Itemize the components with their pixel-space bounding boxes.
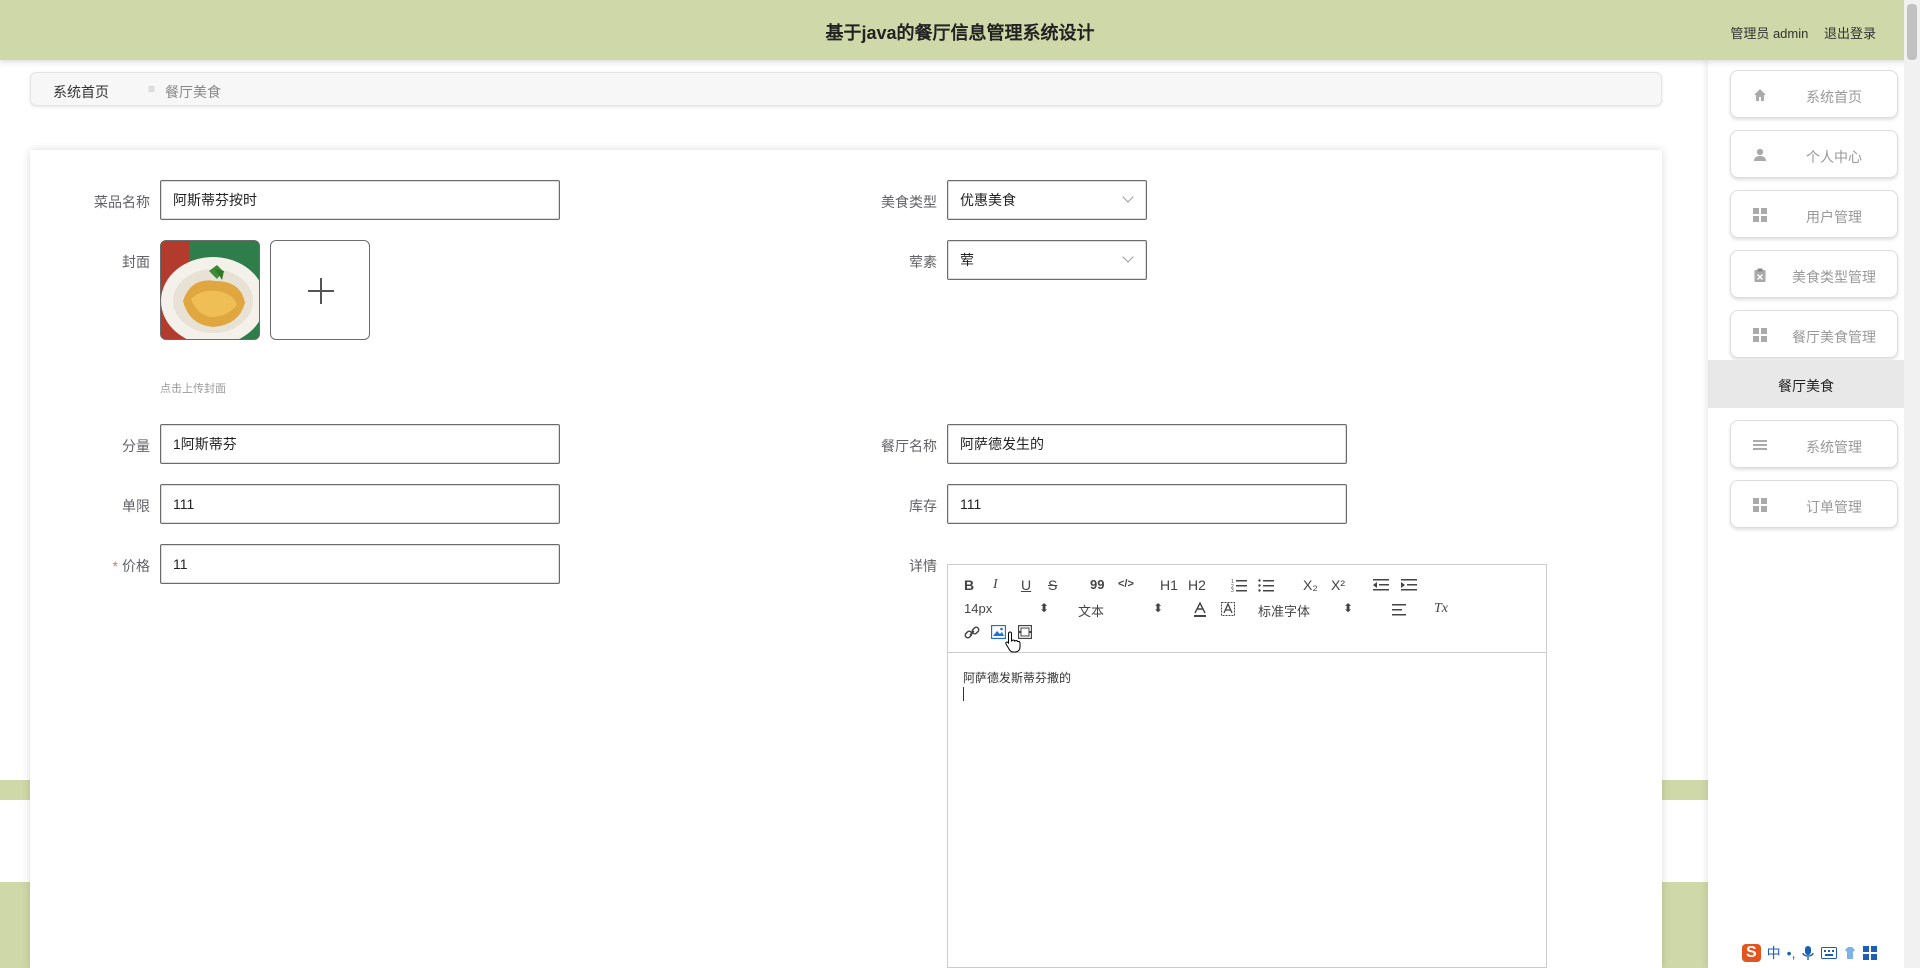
editor-toolbar: B I U S 99 </> H1 H2 123 X₂ X² 14px ⬍ 文本…: [948, 565, 1546, 653]
limit-label: 单限: [122, 498, 150, 514]
superscript-button[interactable]: X²: [1331, 577, 1345, 593]
stock-label: 库存: [909, 498, 937, 514]
portion-input[interactable]: 1阿斯蒂芬: [160, 424, 560, 464]
food-image: [161, 241, 259, 339]
sidebar-item-users[interactable]: 用户管理: [1730, 190, 1898, 238]
restaurant-input[interactable]: 阿萨德发生的: [947, 424, 1347, 464]
chevron-down-icon: [1122, 251, 1134, 263]
sidebar-item-orders[interactable]: 订单管理: [1730, 480, 1898, 528]
bold-button[interactable]: B: [964, 577, 974, 593]
dish-name-label: 菜品名称: [94, 194, 150, 210]
up-down-arrow-icon: ⬍: [1342, 601, 1353, 615]
sidebar-item-home[interactable]: 系统首页: [1730, 70, 1898, 118]
stock-input[interactable]: 111: [947, 484, 1347, 524]
font-family-select[interactable]: 标准字体 ⬍: [1258, 601, 1353, 619]
background-color-icon[interactable]: [1221, 602, 1235, 618]
page-title: 基于java的餐厅信息管理系统设计: [825, 23, 1095, 43]
grid-icon: [1753, 208, 1767, 222]
up-down-arrow-icon: ⬍: [1152, 601, 1163, 615]
price-input[interactable]: 11: [160, 544, 560, 584]
user-area: 管理员 admin 退出登录: [1730, 23, 1876, 42]
keyboard-icon[interactable]: [1821, 947, 1838, 959]
clipboard-icon: [1754, 268, 1766, 282]
ime-toolbar[interactable]: S 中 •,: [1742, 940, 1878, 966]
indent-icon[interactable]: [1401, 578, 1417, 592]
home-icon: [1754, 89, 1766, 101]
microphone-icon[interactable]: [1801, 945, 1815, 961]
user-icon: [1754, 148, 1766, 161]
sidebar-subitem-restaurant-food[interactable]: 餐厅美食: [1708, 360, 1904, 408]
rich-text-editor[interactable]: B I U S 99 </> H1 H2 123 X₂ X² 14px ⬍ 文本…: [947, 564, 1547, 968]
breadcrumb-home[interactable]: 系统首页: [53, 82, 109, 102]
menu-icon: [1753, 440, 1767, 450]
blockquote-button[interactable]: 99: [1090, 577, 1104, 592]
logout-link[interactable]: 退出登录: [1824, 26, 1876, 41]
sidebar-item-profile[interactable]: 个人中心: [1730, 130, 1898, 178]
detail-label: 详情: [909, 558, 937, 574]
meat-veg-select[interactable]: 荤: [947, 240, 1147, 280]
strike-button[interactable]: S: [1048, 577, 1057, 593]
font-color-icon[interactable]: [1193, 602, 1207, 618]
price-label: * 价格: [112, 558, 150, 574]
portion-label: 分量: [122, 438, 150, 454]
text-caret: [963, 687, 964, 701]
h1-button[interactable]: H1: [1160, 577, 1178, 593]
top-header: 基于java的餐厅信息管理系统设计 管理员 admin 退出登录: [0, 0, 1920, 60]
svg-text:3: 3: [1231, 588, 1234, 592]
required-mark: *: [112, 558, 118, 574]
dish-name-input[interactable]: 阿斯蒂芬按时: [160, 180, 560, 220]
grid-icon: [1753, 498, 1767, 512]
subscript-button[interactable]: X₂: [1303, 577, 1318, 593]
toolbox-icon[interactable]: [1863, 946, 1878, 960]
breadcrumb-current: 餐厅美食: [165, 84, 221, 100]
code-button[interactable]: </>: [1118, 578, 1134, 590]
cover-thumbnail[interactable]: [160, 240, 260, 340]
sidebar-item-food-types[interactable]: 美食类型管理: [1730, 250, 1898, 298]
header-select[interactable]: 文本 ⬍: [1078, 601, 1163, 619]
cover-label: 封面: [122, 254, 150, 270]
italic-button[interactable]: I: [993, 577, 998, 593]
ordered-list-icon[interactable]: 123: [1231, 578, 1247, 592]
cover-upload-hint: 点击上传封面: [160, 383, 226, 395]
sidebar-item-restaurant-food[interactable]: 餐厅美食管理: [1730, 310, 1898, 358]
clear-format-button[interactable]: Tx: [1434, 601, 1448, 617]
breadcrumb-separator: ≡: [148, 82, 156, 96]
editor-content[interactable]: 阿萨德发斯蒂芬撒的: [963, 669, 1071, 686]
sidebar: 系统首页 个人中心 用户管理 美食类型管理 餐厅美食管理 餐厅美食 系统管理 订…: [1708, 60, 1904, 968]
align-icon[interactable]: [1392, 603, 1408, 617]
h2-button[interactable]: H2: [1188, 577, 1206, 593]
scrollbar-thumb[interactable]: [1907, 4, 1917, 60]
food-type-label: 美食类型: [881, 194, 937, 210]
meat-veg-label: 荤素: [909, 254, 937, 270]
grid-icon: [1753, 328, 1767, 342]
sidebar-item-system[interactable]: 系统管理: [1730, 420, 1898, 468]
page-scrollbar[interactable]: [1904, 0, 1920, 968]
font-size-select[interactable]: 14px ⬍: [964, 601, 1049, 617]
ime-logo[interactable]: S: [1742, 944, 1761, 962]
underline-button[interactable]: U: [1021, 577, 1031, 593]
ime-punct[interactable]: •,: [1787, 945, 1796, 961]
user-label: 管理员 admin: [1730, 26, 1809, 41]
limit-input[interactable]: 111: [160, 484, 560, 524]
form-panel: 菜品名称 阿斯蒂芬按时 封面 点击上传封面 分量 1阿斯蒂芬 单限 111 * 价…: [30, 150, 1662, 968]
food-type-select[interactable]: 优惠美食: [947, 180, 1147, 220]
skin-icon[interactable]: [1843, 946, 1857, 960]
outdent-icon[interactable]: [1373, 578, 1389, 592]
cover-upload-button[interactable]: [270, 240, 370, 340]
hand-cursor-icon: [1005, 631, 1021, 653]
breadcrumb: 系统首页 ≡ 餐厅美食: [30, 72, 1662, 106]
bullet-list-icon[interactable]: [1258, 578, 1274, 592]
up-down-arrow-icon: ⬍: [1038, 601, 1049, 615]
ime-lang[interactable]: 中: [1767, 943, 1781, 963]
restaurant-label: 餐厅名称: [881, 438, 937, 454]
chevron-down-icon: [1122, 191, 1134, 203]
link-icon[interactable]: [964, 626, 980, 640]
